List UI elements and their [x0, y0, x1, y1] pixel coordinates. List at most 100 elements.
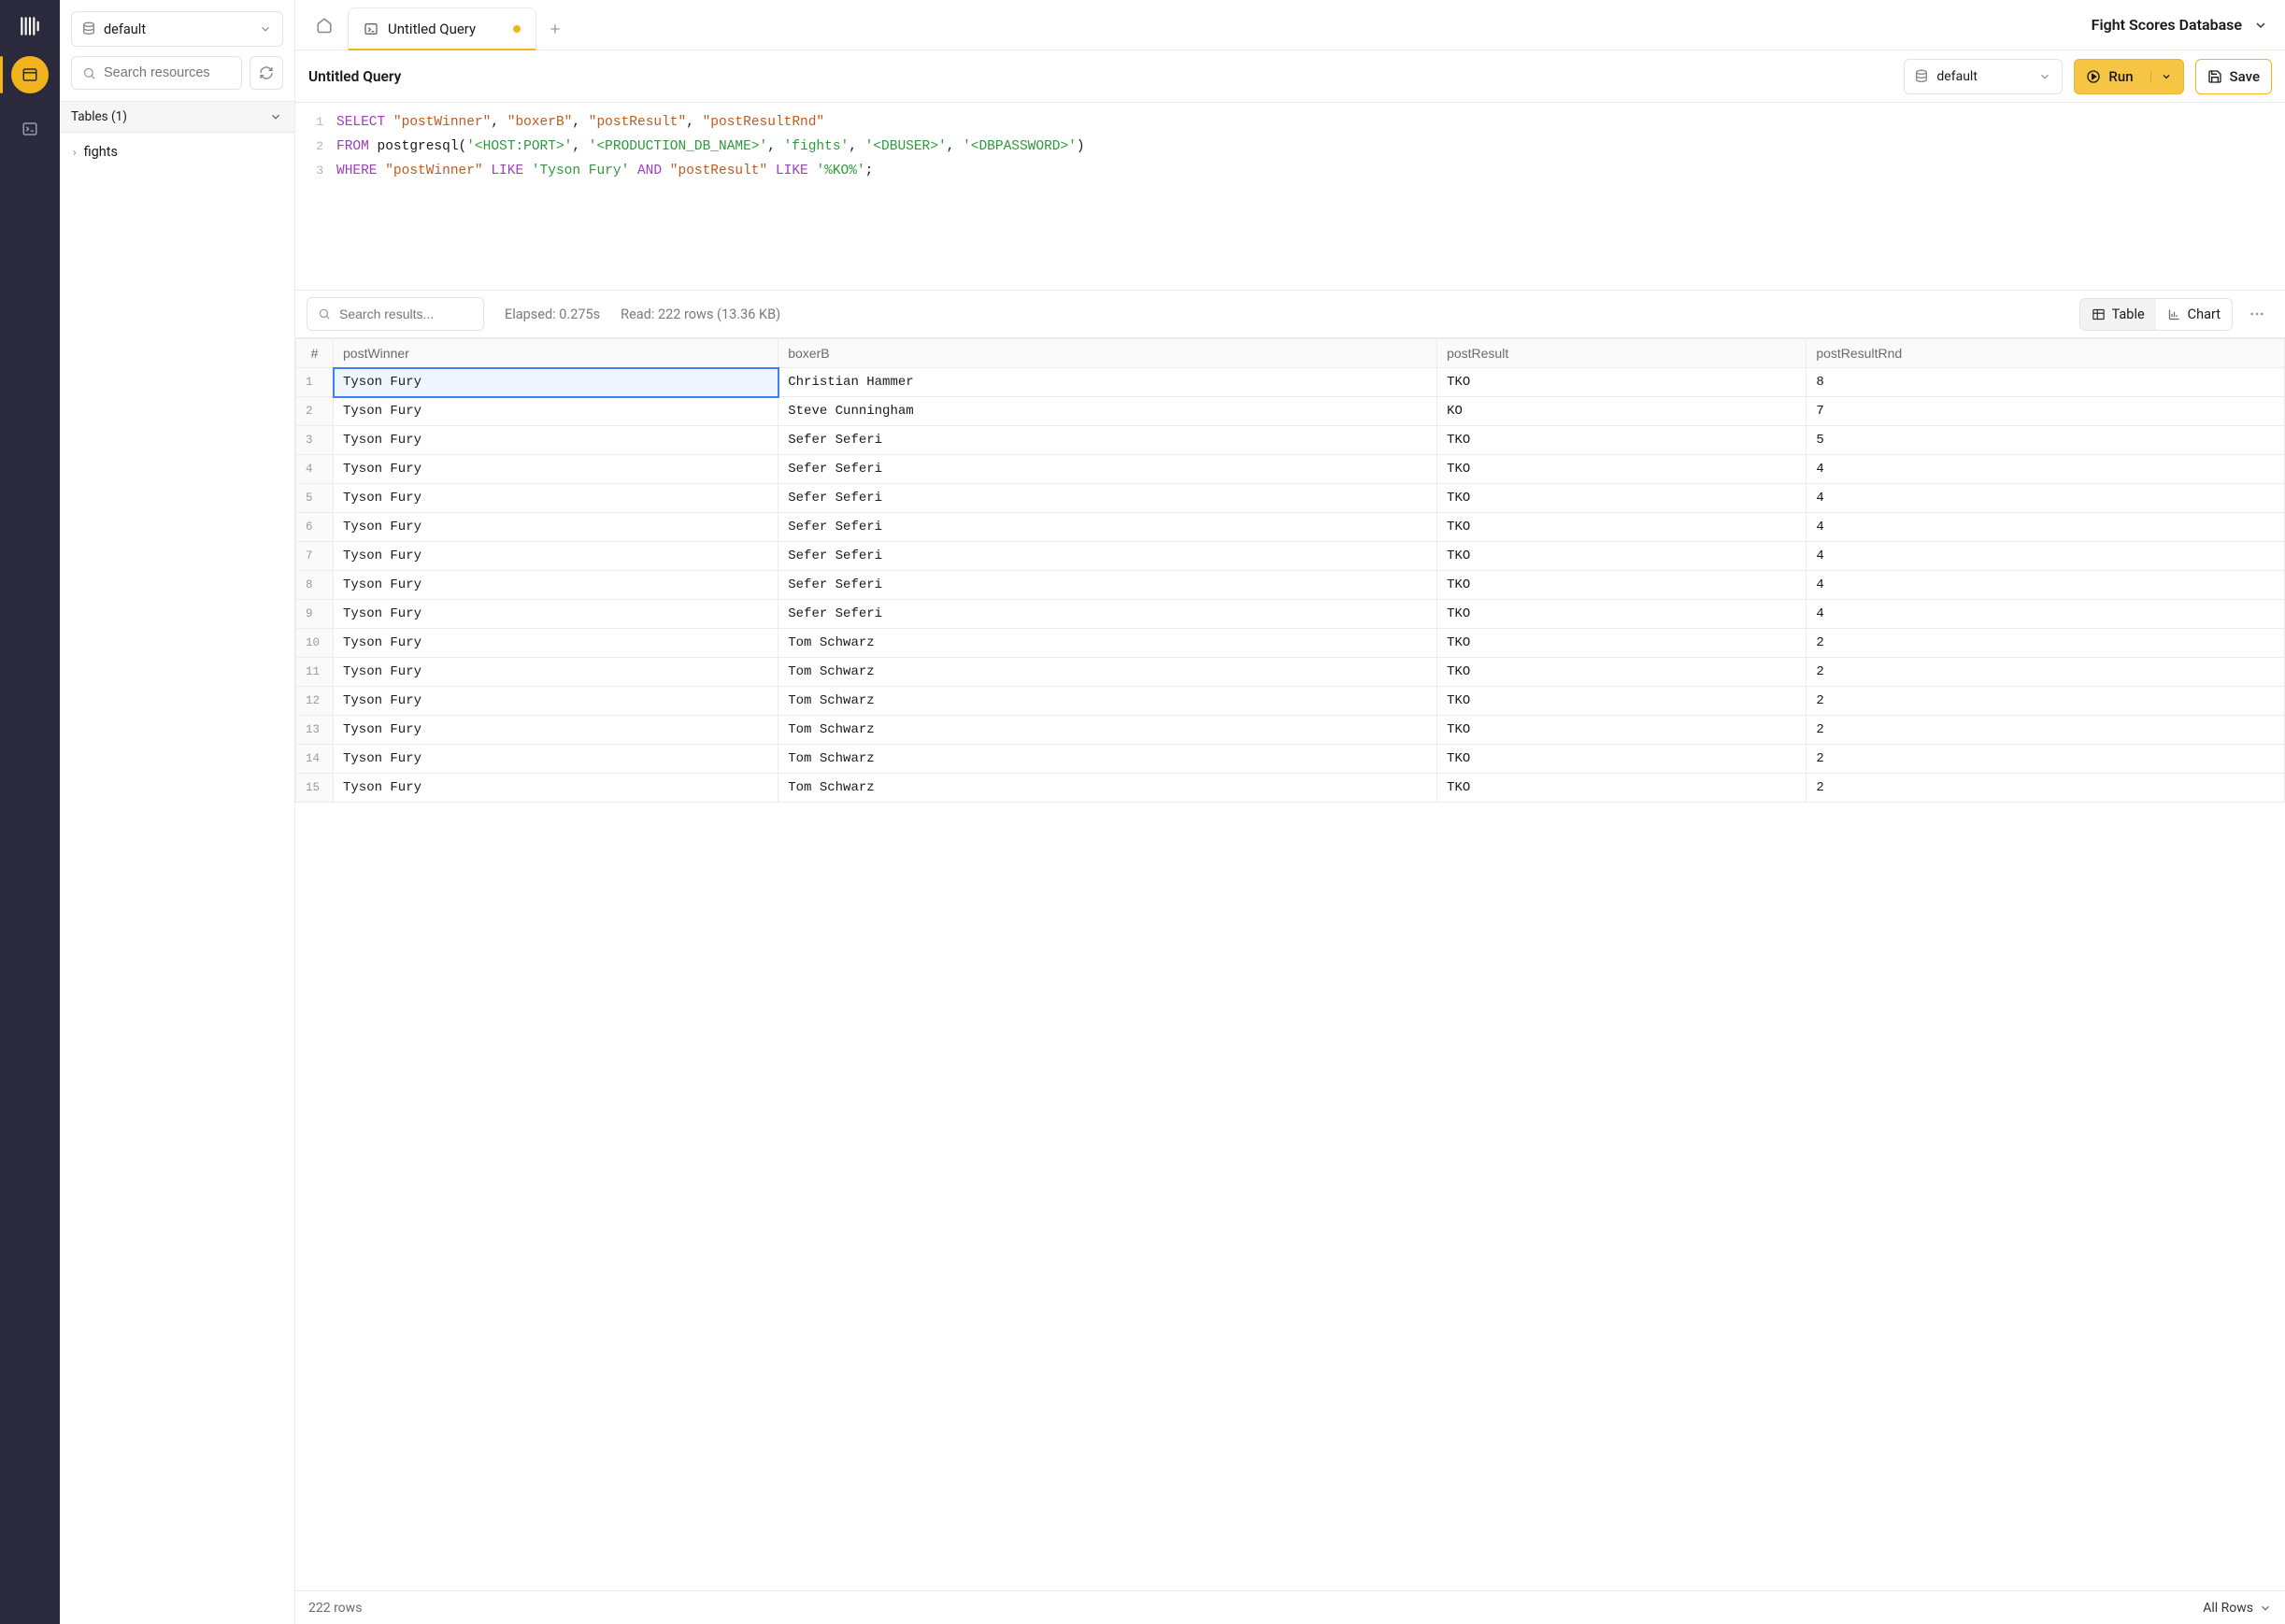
- cell[interactable]: Tom Schwarz: [778, 716, 1437, 745]
- view-table-button[interactable]: Table: [2080, 299, 2156, 330]
- cell[interactable]: TKO: [1437, 542, 1807, 571]
- cell[interactable]: TKO: [1437, 484, 1807, 513]
- cell[interactable]: TKO: [1437, 716, 1807, 745]
- add-tab-button[interactable]: [536, 7, 574, 50]
- column-header[interactable]: postResult: [1437, 339, 1807, 368]
- view-chart-button[interactable]: Chart: [2156, 299, 2232, 330]
- cell[interactable]: 8: [1807, 368, 2285, 397]
- cell[interactable]: Sefer Seferi: [778, 571, 1437, 600]
- cell[interactable]: 4: [1807, 455, 2285, 484]
- table-row[interactable]: 11Tyson FuryTom SchwarzTKO2: [296, 658, 2285, 687]
- cell[interactable]: TKO: [1437, 571, 1807, 600]
- resource-search-input[interactable]: [104, 65, 232, 80]
- cell[interactable]: TKO: [1437, 629, 1807, 658]
- cell[interactable]: 2: [1807, 687, 2285, 716]
- home-tab[interactable]: [301, 0, 348, 50]
- cell[interactable]: TKO: [1437, 513, 1807, 542]
- cell[interactable]: 4: [1807, 513, 2285, 542]
- run-database-selector[interactable]: default: [1904, 59, 2063, 94]
- cell[interactable]: Tyson Fury: [334, 368, 778, 397]
- refresh-button[interactable]: [250, 56, 283, 90]
- cell[interactable]: TKO: [1437, 455, 1807, 484]
- nav-sql-button[interactable]: [11, 56, 49, 93]
- table-row[interactable]: 8Tyson FurySefer SeferiTKO4: [296, 571, 2285, 600]
- run-button[interactable]: Run: [2074, 59, 2183, 94]
- table-row[interactable]: 7Tyson FurySefer SeferiTKO4: [296, 542, 2285, 571]
- cell[interactable]: Sefer Seferi: [778, 455, 1437, 484]
- nav-terminal-button[interactable]: [11, 110, 49, 148]
- cell[interactable]: Sefer Seferi: [778, 600, 1437, 629]
- cell[interactable]: TKO: [1437, 368, 1807, 397]
- query-tab[interactable]: Untitled Query: [348, 7, 536, 50]
- cell[interactable]: Tyson Fury: [334, 687, 778, 716]
- resource-search[interactable]: [71, 56, 242, 90]
- column-header[interactable]: boxerB: [778, 339, 1437, 368]
- cell[interactable]: Christian Hammer: [778, 368, 1437, 397]
- cell[interactable]: Sefer Seferi: [778, 513, 1437, 542]
- cell[interactable]: 4: [1807, 600, 2285, 629]
- cell[interactable]: TKO: [1437, 426, 1807, 455]
- table-row[interactable]: 13Tyson FuryTom SchwarzTKO2: [296, 716, 2285, 745]
- cell[interactable]: 5: [1807, 426, 2285, 455]
- cell[interactable]: 2: [1807, 716, 2285, 745]
- tables-section-header[interactable]: Tables (1): [60, 101, 294, 133]
- column-header[interactable]: postResultRnd: [1807, 339, 2285, 368]
- cell[interactable]: Sefer Seferi: [778, 484, 1437, 513]
- cell[interactable]: 4: [1807, 571, 2285, 600]
- rows-pager[interactable]: All Rows: [2203, 1601, 2272, 1616]
- cell[interactable]: 4: [1807, 484, 2285, 513]
- cell[interactable]: Tyson Fury: [334, 542, 778, 571]
- cell[interactable]: 7: [1807, 397, 2285, 426]
- cell[interactable]: Tyson Fury: [334, 426, 778, 455]
- cell[interactable]: Tyson Fury: [334, 658, 778, 687]
- cell[interactable]: 2: [1807, 745, 2285, 774]
- cell[interactable]: Sefer Seferi: [778, 542, 1437, 571]
- cell[interactable]: Tyson Fury: [334, 774, 778, 803]
- cell[interactable]: 4: [1807, 542, 2285, 571]
- cell[interactable]: Sefer Seferi: [778, 426, 1437, 455]
- table-row[interactable]: 5Tyson FurySefer SeferiTKO4: [296, 484, 2285, 513]
- cell[interactable]: Steve Cunningham: [778, 397, 1437, 426]
- cell[interactable]: Tyson Fury: [334, 571, 778, 600]
- table-row[interactable]: 2Tyson FurySteve CunninghamKO7: [296, 397, 2285, 426]
- cell[interactable]: TKO: [1437, 687, 1807, 716]
- sql-editor[interactable]: 1SELECT "postWinner", "boxerB", "postRes…: [295, 103, 2285, 290]
- cell[interactable]: Tyson Fury: [334, 600, 778, 629]
- cell[interactable]: Tom Schwarz: [778, 629, 1437, 658]
- cell[interactable]: Tyson Fury: [334, 513, 778, 542]
- cell[interactable]: 2: [1807, 629, 2285, 658]
- workspace-selector[interactable]: Fight Scores Database: [2092, 0, 2268, 50]
- results-grid-wrap[interactable]: #postWinnerboxerBpostResultpostResultRnd…: [295, 338, 2285, 1590]
- cell[interactable]: TKO: [1437, 745, 1807, 774]
- database-selector[interactable]: default: [71, 11, 283, 47]
- save-button[interactable]: Save: [2195, 59, 2272, 94]
- cell[interactable]: Tyson Fury: [334, 484, 778, 513]
- cell[interactable]: Tyson Fury: [334, 397, 778, 426]
- table-row[interactable]: 1Tyson FuryChristian HammerTKO8: [296, 368, 2285, 397]
- run-dropdown[interactable]: [2150, 71, 2172, 82]
- code-line[interactable]: WHERE "postWinner" LIKE 'Tyson Fury' AND…: [336, 159, 873, 183]
- cell[interactable]: Tom Schwarz: [778, 687, 1437, 716]
- table-row[interactable]: 10Tyson FuryTom SchwarzTKO2: [296, 629, 2285, 658]
- cell[interactable]: Tyson Fury: [334, 455, 778, 484]
- results-search[interactable]: [307, 297, 484, 331]
- table-row[interactable]: 6Tyson FurySefer SeferiTKO4: [296, 513, 2285, 542]
- table-row[interactable]: 14Tyson FuryTom SchwarzTKO2: [296, 745, 2285, 774]
- cell[interactable]: Tom Schwarz: [778, 774, 1437, 803]
- table-row[interactable]: 4Tyson FurySefer SeferiTKO4: [296, 455, 2285, 484]
- cell[interactable]: TKO: [1437, 774, 1807, 803]
- code-line[interactable]: FROM postgresql('<HOST:PORT>', '<PRODUCT…: [336, 135, 1085, 159]
- cell[interactable]: 2: [1807, 774, 2285, 803]
- table-item-fights[interactable]: › fights: [60, 138, 294, 165]
- cell[interactable]: 2: [1807, 658, 2285, 687]
- cell[interactable]: Tyson Fury: [334, 629, 778, 658]
- cell[interactable]: KO: [1437, 397, 1807, 426]
- column-header[interactable]: postWinner: [334, 339, 778, 368]
- table-row[interactable]: 12Tyson FuryTom SchwarzTKO2: [296, 687, 2285, 716]
- cell[interactable]: TKO: [1437, 600, 1807, 629]
- cell[interactable]: TKO: [1437, 658, 1807, 687]
- cell[interactable]: Tyson Fury: [334, 716, 778, 745]
- table-row[interactable]: 9Tyson FurySefer SeferiTKO4: [296, 600, 2285, 629]
- more-button[interactable]: [2240, 297, 2274, 331]
- table-row[interactable]: 15Tyson FuryTom SchwarzTKO2: [296, 774, 2285, 803]
